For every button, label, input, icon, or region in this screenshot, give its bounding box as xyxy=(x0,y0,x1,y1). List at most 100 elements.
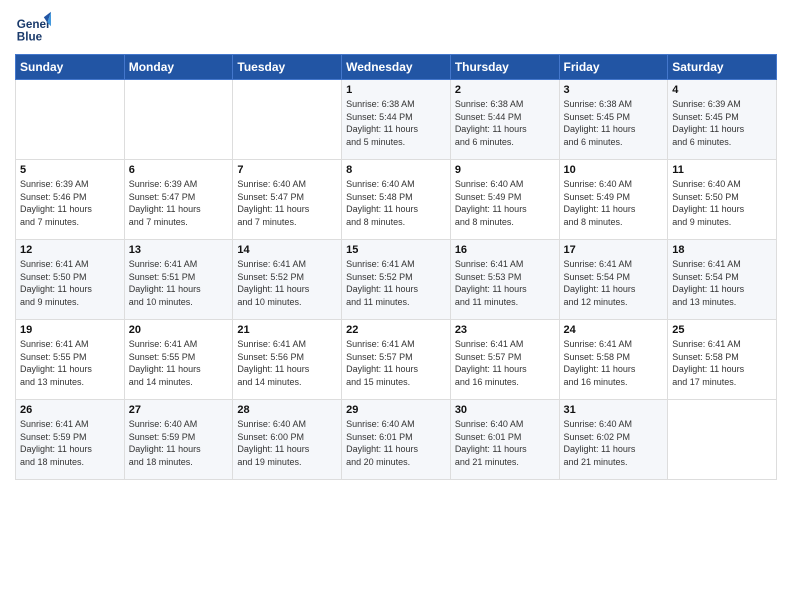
weekday-header-monday: Monday xyxy=(124,55,233,80)
weekday-header-wednesday: Wednesday xyxy=(342,55,451,80)
day-info: Sunrise: 6:41 AM Sunset: 5:57 PM Dayligh… xyxy=(455,338,555,388)
day-number: 26 xyxy=(20,404,120,416)
day-number: 4 xyxy=(672,84,772,96)
day-info: Sunrise: 6:41 AM Sunset: 5:55 PM Dayligh… xyxy=(129,338,229,388)
day-number: 19 xyxy=(20,324,120,336)
calendar-cell: 12 Sunrise: 6:41 AM Sunset: 5:50 PM Dayli… xyxy=(16,240,125,320)
day-number: 15 xyxy=(346,244,446,256)
day-number: 12 xyxy=(20,244,120,256)
day-info: Sunrise: 6:40 AM Sunset: 5:49 PM Dayligh… xyxy=(455,178,555,228)
calendar-cell: 18 Sunrise: 6:41 AM Sunset: 5:54 PM Dayli… xyxy=(668,240,777,320)
svg-text:Blue: Blue xyxy=(17,31,43,44)
calendar-cell: 16 Sunrise: 6:41 AM Sunset: 5:53 PM Dayli… xyxy=(450,240,559,320)
day-number: 28 xyxy=(237,404,337,416)
week-row-1: 1 Sunrise: 6:38 AM Sunset: 5:44 PM Daylig… xyxy=(16,80,777,160)
day-info: Sunrise: 6:40 AM Sunset: 6:02 PM Dayligh… xyxy=(564,418,664,468)
day-number: 5 xyxy=(20,164,120,176)
day-number: 25 xyxy=(672,324,772,336)
weekday-header-saturday: Saturday xyxy=(668,55,777,80)
day-info: Sunrise: 6:41 AM Sunset: 5:56 PM Dayligh… xyxy=(237,338,337,388)
day-number: 11 xyxy=(672,164,772,176)
day-info: Sunrise: 6:41 AM Sunset: 5:55 PM Dayligh… xyxy=(20,338,120,388)
day-number: 13 xyxy=(129,244,229,256)
day-number: 9 xyxy=(455,164,555,176)
day-info: Sunrise: 6:41 AM Sunset: 5:52 PM Dayligh… xyxy=(346,258,446,308)
day-info: Sunrise: 6:41 AM Sunset: 5:58 PM Dayligh… xyxy=(564,338,664,388)
day-number: 22 xyxy=(346,324,446,336)
day-info: Sunrise: 6:38 AM Sunset: 5:44 PM Dayligh… xyxy=(455,98,555,148)
day-number: 17 xyxy=(564,244,664,256)
weekday-header-tuesday: Tuesday xyxy=(233,55,342,80)
day-info: Sunrise: 6:39 AM Sunset: 5:46 PM Dayligh… xyxy=(20,178,120,228)
calendar-cell: 20 Sunrise: 6:41 AM Sunset: 5:55 PM Dayli… xyxy=(124,320,233,400)
calendar-cell: 24 Sunrise: 6:41 AM Sunset: 5:58 PM Dayli… xyxy=(559,320,668,400)
day-info: Sunrise: 6:40 AM Sunset: 5:49 PM Dayligh… xyxy=(564,178,664,228)
day-info: Sunrise: 6:41 AM Sunset: 5:54 PM Dayligh… xyxy=(672,258,772,308)
day-number: 1 xyxy=(346,84,446,96)
calendar-cell: 25 Sunrise: 6:41 AM Sunset: 5:58 PM Dayli… xyxy=(668,320,777,400)
calendar-cell: 19 Sunrise: 6:41 AM Sunset: 5:55 PM Dayli… xyxy=(16,320,125,400)
day-number: 29 xyxy=(346,404,446,416)
weekday-header-thursday: Thursday xyxy=(450,55,559,80)
day-info: Sunrise: 6:40 AM Sunset: 5:48 PM Dayligh… xyxy=(346,178,446,228)
day-number: 18 xyxy=(672,244,772,256)
day-info: Sunrise: 6:38 AM Sunset: 5:44 PM Dayligh… xyxy=(346,98,446,148)
weekday-header-friday: Friday xyxy=(559,55,668,80)
week-row-5: 26 Sunrise: 6:41 AM Sunset: 5:59 PM Dayli… xyxy=(16,400,777,480)
day-info: Sunrise: 6:41 AM Sunset: 5:59 PM Dayligh… xyxy=(20,418,120,468)
day-info: Sunrise: 6:41 AM Sunset: 5:53 PM Dayligh… xyxy=(455,258,555,308)
weekday-header-sunday: Sunday xyxy=(16,55,125,80)
logo-icon: General Blue xyxy=(15,10,51,46)
calendar-cell: 6Sunrise: 6:39 AM Sunset: 5:47 PM Daylig… xyxy=(124,160,233,240)
day-number: 23 xyxy=(455,324,555,336)
calendar-cell: 14 Sunrise: 6:41 AM Sunset: 5:52 PM Dayli… xyxy=(233,240,342,320)
calendar-cell: 1 Sunrise: 6:38 AM Sunset: 5:44 PM Daylig… xyxy=(342,80,451,160)
calendar-table: SundayMondayTuesdayWednesdayThursdayFrid… xyxy=(15,54,777,480)
day-info: Sunrise: 6:41 AM Sunset: 5:54 PM Dayligh… xyxy=(564,258,664,308)
day-info: Sunrise: 6:39 AM Sunset: 5:45 PM Dayligh… xyxy=(672,98,772,148)
day-info: Sunrise: 6:41 AM Sunset: 5:51 PM Dayligh… xyxy=(129,258,229,308)
calendar-cell xyxy=(233,80,342,160)
calendar-cell: 10 Sunrise: 6:40 AM Sunset: 5:49 PM Dayli… xyxy=(559,160,668,240)
calendar-cell: 2 Sunrise: 6:38 AM Sunset: 5:44 PM Daylig… xyxy=(450,80,559,160)
week-row-2: 5 Sunrise: 6:39 AM Sunset: 5:46 PM Daylig… xyxy=(16,160,777,240)
day-number: 27 xyxy=(129,404,229,416)
day-info: Sunrise: 6:40 AM Sunset: 6:01 PM Dayligh… xyxy=(346,418,446,468)
day-info: Sunrise: 6:40 AM Sunset: 6:00 PM Dayligh… xyxy=(237,418,337,468)
day-number: 8 xyxy=(346,164,446,176)
calendar-cell: 5 Sunrise: 6:39 AM Sunset: 5:46 PM Daylig… xyxy=(16,160,125,240)
day-info: Sunrise: 6:41 AM Sunset: 5:50 PM Dayligh… xyxy=(20,258,120,308)
calendar-cell xyxy=(124,80,233,160)
calendar-cell xyxy=(668,400,777,480)
day-number: 7 xyxy=(237,164,337,176)
calendar-cell: 4 Sunrise: 6:39 AM Sunset: 5:45 PM Daylig… xyxy=(668,80,777,160)
day-info: Sunrise: 6:38 AM Sunset: 5:45 PM Dayligh… xyxy=(564,98,664,148)
week-row-3: 12 Sunrise: 6:41 AM Sunset: 5:50 PM Dayli… xyxy=(16,240,777,320)
calendar-cell xyxy=(16,80,125,160)
day-number: 20 xyxy=(129,324,229,336)
calendar-cell: 13 Sunrise: 6:41 AM Sunset: 5:51 PM Dayli… xyxy=(124,240,233,320)
calendar-cell: 11Sunrise: 6:40 AM Sunset: 5:50 PM Dayli… xyxy=(668,160,777,240)
day-number: 2 xyxy=(455,84,555,96)
day-number: 10 xyxy=(564,164,664,176)
day-number: 14 xyxy=(237,244,337,256)
calendar-cell: 8 Sunrise: 6:40 AM Sunset: 5:48 PM Daylig… xyxy=(342,160,451,240)
header: General Blue xyxy=(15,10,777,46)
day-number: 21 xyxy=(237,324,337,336)
day-info: Sunrise: 6:39 AM Sunset: 5:47 PM Dayligh… xyxy=(129,178,229,228)
day-number: 24 xyxy=(564,324,664,336)
calendar-cell: 9 Sunrise: 6:40 AM Sunset: 5:49 PM Daylig… xyxy=(450,160,559,240)
logo: General Blue xyxy=(15,10,51,46)
day-info: Sunrise: 6:41 AM Sunset: 5:58 PM Dayligh… xyxy=(672,338,772,388)
calendar-cell: 21 Sunrise: 6:41 AM Sunset: 5:56 PM Dayli… xyxy=(233,320,342,400)
calendar-cell: 27 Sunrise: 6:40 AM Sunset: 5:59 PM Dayli… xyxy=(124,400,233,480)
day-info: Sunrise: 6:40 AM Sunset: 5:59 PM Dayligh… xyxy=(129,418,229,468)
calendar-cell: 30Sunrise: 6:40 AM Sunset: 6:01 PM Dayli… xyxy=(450,400,559,480)
calendar-cell: 26 Sunrise: 6:41 AM Sunset: 5:59 PM Dayli… xyxy=(16,400,125,480)
week-row-4: 19 Sunrise: 6:41 AM Sunset: 5:55 PM Dayli… xyxy=(16,320,777,400)
day-number: 16 xyxy=(455,244,555,256)
day-info: Sunrise: 6:41 AM Sunset: 5:52 PM Dayligh… xyxy=(237,258,337,308)
calendar-cell: 29 Sunrise: 6:40 AM Sunset: 6:01 PM Dayli… xyxy=(342,400,451,480)
calendar-cell: 17 Sunrise: 6:41 AM Sunset: 5:54 PM Dayli… xyxy=(559,240,668,320)
calendar-cell: 28 Sunrise: 6:40 AM Sunset: 6:00 PM Dayli… xyxy=(233,400,342,480)
